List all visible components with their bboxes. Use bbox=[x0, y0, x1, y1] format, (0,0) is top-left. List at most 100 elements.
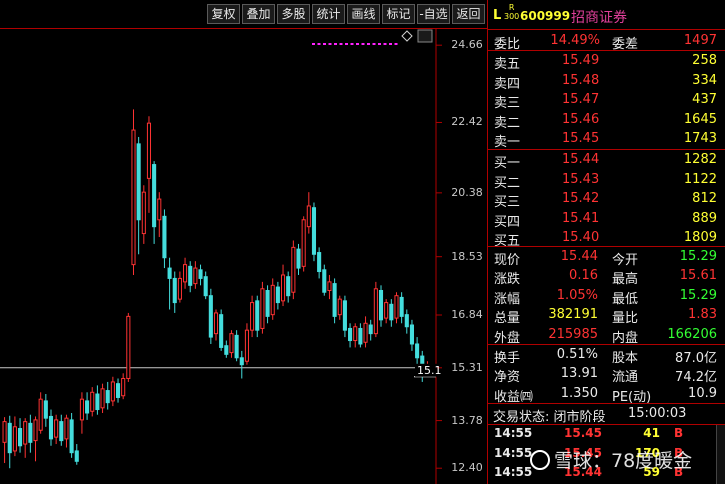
signal-marker bbox=[345, 43, 348, 45]
candle-body bbox=[311, 207, 317, 255]
candle-body bbox=[368, 324, 373, 335]
signal-marker bbox=[367, 43, 370, 45]
ask-volume: 258 bbox=[692, 53, 717, 68]
candle-body bbox=[301, 219, 306, 267]
fundamental-value: 10.9 bbox=[688, 385, 717, 401]
kline-chart-svg[interactable]: 15.1 bbox=[0, 28, 487, 484]
tick-trade-row: 14:55 15.45 41 B bbox=[488, 425, 725, 442]
ask-level-label: 卖四 bbox=[494, 76, 521, 92]
trading-status-time: 15:00:03 bbox=[628, 406, 687, 421]
candle-body bbox=[203, 276, 208, 297]
statistics-button[interactable]: 统计 bbox=[312, 4, 345, 24]
chart-scroll-box bbox=[417, 29, 433, 43]
candle-body bbox=[399, 296, 404, 317]
candle-body bbox=[260, 288, 265, 329]
candle-body bbox=[157, 198, 162, 221]
candle-body bbox=[146, 122, 152, 179]
y-tick-label: 22.42 bbox=[451, 115, 483, 129]
y-tick-label: 18.53 bbox=[451, 249, 483, 263]
candle-body bbox=[95, 393, 100, 411]
ask-price: 15.47 bbox=[562, 92, 600, 108]
overlay-button[interactable]: 叠加 bbox=[242, 4, 275, 24]
stat-label: 现价 bbox=[494, 253, 521, 268]
mark-button[interactable]: 标记 bbox=[382, 4, 415, 24]
ask-level-label: 卖五 bbox=[494, 57, 521, 72]
fundamental-label: 股本 bbox=[612, 351, 639, 366]
fundamental-label: 收益㈣ bbox=[494, 389, 534, 405]
ask-level-label: 卖二 bbox=[494, 115, 521, 131]
candle-body bbox=[74, 450, 79, 462]
bid-volume: 1809 bbox=[683, 230, 717, 246]
candle-body bbox=[85, 400, 90, 414]
stat-label: 最高 bbox=[612, 272, 639, 288]
candle-body bbox=[415, 343, 420, 359]
candle-body bbox=[219, 314, 224, 348]
candle-body bbox=[23, 421, 28, 445]
candle-body bbox=[394, 295, 399, 319]
signal-marker bbox=[312, 43, 315, 45]
trade-volume: 41 bbox=[643, 426, 660, 440]
candle-body bbox=[348, 327, 353, 342]
candle-body bbox=[131, 129, 136, 266]
candle-body bbox=[255, 300, 260, 331]
candle-body bbox=[404, 314, 409, 328]
stat-value: 166206 bbox=[667, 326, 717, 342]
quote-stat-row: 总量 382191 量比 1.83 bbox=[488, 305, 725, 327]
y-tick-label: 13.78 bbox=[451, 413, 483, 427]
quote-stat-row: 外盘 215985 内盘 166206 bbox=[488, 325, 725, 346]
draw-line-button[interactable]: 画线 bbox=[347, 4, 380, 24]
candle-body bbox=[59, 421, 64, 442]
candle-body bbox=[188, 265, 193, 286]
stat-value: 1.83 bbox=[688, 307, 717, 323]
y-tick-label: 12.40 bbox=[451, 461, 483, 475]
signal-marker bbox=[328, 43, 332, 45]
bid-volume: 1282 bbox=[683, 152, 717, 167]
candle-body bbox=[317, 252, 322, 273]
candle-body bbox=[162, 215, 167, 259]
bid-price: 15.44 bbox=[562, 152, 600, 167]
ask-level-label: 卖三 bbox=[494, 96, 521, 112]
candle-body bbox=[110, 381, 115, 402]
bid-volume: 812 bbox=[692, 191, 717, 207]
snowball-logo-icon bbox=[530, 450, 550, 470]
order-ratio-value: 14.49% bbox=[550, 33, 600, 48]
candle-body bbox=[79, 398, 84, 421]
bid-price: 15.43 bbox=[562, 171, 600, 187]
multi-stock-button[interactable]: 多股 bbox=[277, 4, 310, 24]
ticker-scrollbar[interactable] bbox=[716, 425, 725, 484]
candle-body bbox=[28, 422, 33, 443]
bid-level-row: 买二 15.43 1122 bbox=[488, 170, 725, 191]
index-membership-badge: R 300 bbox=[504, 3, 519, 21]
candle-body bbox=[291, 246, 296, 293]
fundamental-row: 换手 0.51% 股本 87.0亿 bbox=[488, 345, 725, 366]
signal-marker bbox=[372, 43, 376, 45]
kline-chart[interactable]: 15.1 24.66 22.42 20.38 18.53 16.84 15.31 13.78… bbox=[0, 28, 487, 484]
quote-stat-row: 现价 15.44 今开 15.29 bbox=[488, 247, 725, 268]
ask-price: 15.49 bbox=[562, 53, 600, 68]
candle-body bbox=[286, 276, 291, 297]
trade-time: 14:55 bbox=[494, 465, 533, 479]
stock-name[interactable]: 招商证券 bbox=[571, 7, 627, 27]
fundamental-row: 净资 13.91 流通 74.2亿 bbox=[488, 364, 725, 385]
stat-label: 总量 bbox=[494, 311, 521, 327]
restore-rights-button[interactable]: 复权 bbox=[207, 4, 240, 24]
trade-price: 15.45 bbox=[564, 426, 602, 440]
bid-level-label: 买二 bbox=[494, 175, 521, 191]
y-tick-label: 16.84 bbox=[451, 308, 483, 321]
signal-marker bbox=[350, 43, 354, 45]
ask-level-row: 卖二 15.46 1645 bbox=[488, 110, 725, 131]
stat-label: 内盘 bbox=[612, 330, 639, 346]
ask-price: 15.48 bbox=[562, 72, 600, 88]
candle-body bbox=[208, 295, 213, 338]
stat-value: 215985 bbox=[548, 326, 598, 342]
remove-watchlist-button[interactable]: -自选 bbox=[417, 4, 450, 24]
trade-time: 14:55 bbox=[494, 445, 533, 460]
ask-volume: 1645 bbox=[683, 111, 717, 127]
signal-marker bbox=[356, 43, 359, 45]
candle-body bbox=[332, 283, 337, 317]
candle-body bbox=[126, 315, 131, 379]
chart-toolbar: 复权 叠加 多股 统计 画线 标记 -自选 返回 bbox=[0, 0, 487, 28]
back-button[interactable]: 返回 bbox=[452, 4, 485, 24]
bid-price: 15.42 bbox=[562, 191, 600, 207]
candle-body bbox=[48, 415, 54, 440]
